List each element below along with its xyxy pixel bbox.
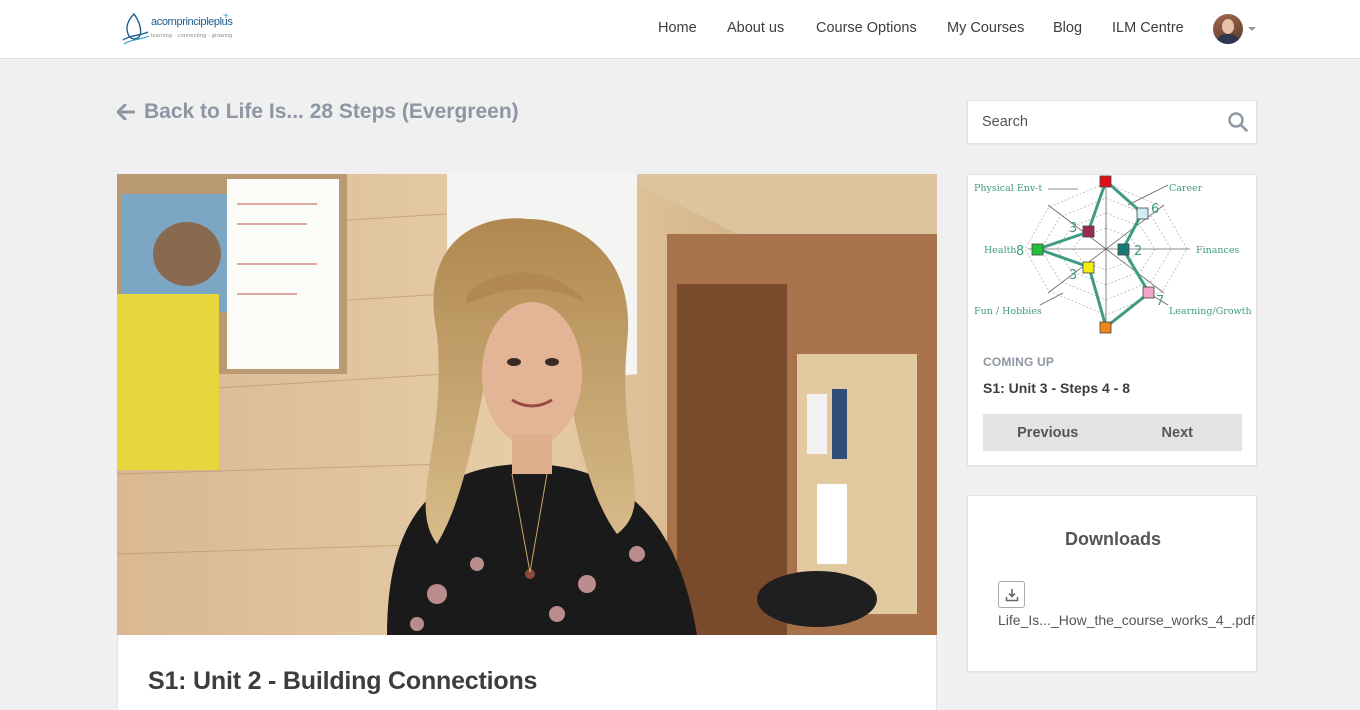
wheel-score-finances: 2 [1134,244,1142,259]
lesson-video[interactable] [117,174,937,635]
coming-up-label: COMING UP [983,355,1055,369]
search-box [967,100,1257,144]
wheel-label-physical: Physical Env-t [974,183,1042,194]
download-file-link[interactable]: Life_Is..._How_the_course_works_4_.pdf [998,612,1255,628]
download-arrow-icon [1005,588,1018,601]
wheel-score-learning: 7 [1156,294,1164,309]
logo-tagline: learning · connecting · growing [151,33,233,39]
wheel-label-learning: Learning/Growth [1169,306,1252,317]
wheel-score-health: 8 [1016,244,1024,259]
acorn-logo-icon [122,12,150,45]
wheel-label-fun: Fun / Hobbies [974,306,1042,317]
wheel-marker-top [1099,175,1112,188]
coming-up-card: Physical Env-t Career Health Finances Fu… [967,174,1257,466]
lesson-pager: Previous Next [983,414,1242,451]
wheel-marker-physical [1082,225,1095,238]
site-logo[interactable]: acornprincipleplus + learning · connecti… [120,11,233,47]
chevron-down-icon[interactable] [1248,27,1256,31]
nav-my-courses[interactable]: My Courses [947,20,1024,36]
previous-button[interactable]: Previous [983,414,1113,451]
back-link-label: Back to Life Is... 28 Steps (Evergreen) [144,100,519,123]
wheel-marker-health [1031,243,1044,256]
wheel-label-finances: Finances [1196,245,1239,256]
nav-blog[interactable]: Blog [1053,20,1082,36]
wheel-marker-career [1136,207,1149,220]
arrow-left-icon [117,104,135,120]
wheel-label-career: Career [1169,183,1203,194]
wheel-score-career: 6 [1151,202,1159,217]
video-frame-image [117,174,937,635]
nav-course-options[interactable]: Course Options [816,20,917,36]
wheel-label-health: Health [984,245,1017,256]
wheel-score-physical: 3 [1069,221,1077,236]
wheel-score-fun: 3 [1069,268,1077,283]
next-button[interactable]: Next [1113,414,1243,451]
wheel-marker-fun [1082,261,1095,274]
lesson-title: S1: Unit 2 - Building Connections [148,667,538,695]
download-icon[interactable] [998,581,1025,608]
logo-wordmark: acornprincipleplus [151,16,233,28]
wheel-of-life-diagram: Physical Env-t Career Health Finances Fu… [974,175,1252,334]
top-navbar: acornprincipleplus + learning · connecti… [0,0,1360,59]
logo-plus: + [223,11,229,22]
search-input[interactable] [968,101,1218,143]
downloads-title: Downloads [1064,529,1161,549]
wheel-marker-finances [1117,243,1130,256]
nav-about-us[interactable]: About us [727,20,784,36]
back-to-course-link[interactable]: Back to Life Is... 28 Steps (Evergreen) [117,100,519,124]
wheel-marker-bottom [1099,321,1112,334]
downloads-card: Downloads Life_Is..._How_the_course_work… [967,495,1257,672]
search-icon[interactable] [1228,112,1248,132]
nav-home[interactable]: Home [658,20,697,36]
coming-up-title[interactable]: S1: Unit 3 - Steps 4 - 8 [983,380,1130,396]
user-avatar[interactable] [1213,14,1243,44]
lesson-title-card: S1: Unit 2 - Building Connections [117,635,937,710]
nav-ilm-centre[interactable]: ILM Centre [1112,20,1184,36]
wheel-marker-learning [1142,286,1155,299]
